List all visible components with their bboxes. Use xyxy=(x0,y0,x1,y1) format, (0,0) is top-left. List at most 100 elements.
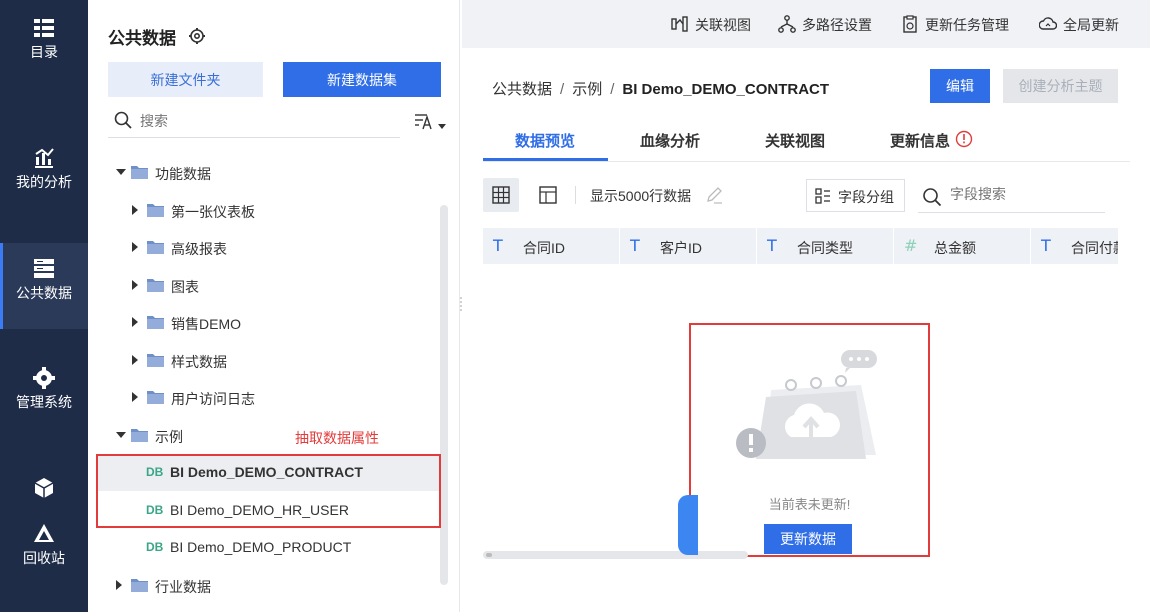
gear-icon xyxy=(33,367,55,389)
db-badge-icon: DB xyxy=(146,540,164,554)
grid-view-button[interactable] xyxy=(483,178,519,212)
layout-icon xyxy=(539,186,557,204)
caret-right-icon[interactable] xyxy=(132,392,138,402)
tree-folder-row[interactable]: 功能数据 xyxy=(96,154,440,191)
related-view-link[interactable]: 关联视图 xyxy=(671,14,761,34)
tree-row-label: 第一张仪表板 xyxy=(171,204,255,220)
global-update-label: 全局更新 xyxy=(1063,17,1119,33)
tree-row-label: 图表 xyxy=(171,279,199,295)
tree-scrollbar[interactable] xyxy=(440,205,448,585)
layout-view-button[interactable] xyxy=(530,178,566,212)
tree-row-label: 功能数据 xyxy=(155,166,211,182)
caret-down-icon[interactable] xyxy=(116,169,126,175)
update-task-label: 更新任务管理 xyxy=(925,17,1009,33)
update-data-button[interactable]: 更新数据 xyxy=(764,524,852,554)
new-dataset-button[interactable]: 新建数据集 xyxy=(283,62,441,97)
caret-right-icon[interactable] xyxy=(132,242,138,252)
warning-info-icon xyxy=(955,130,973,148)
column-header[interactable]: T 合同付款类型 xyxy=(1031,228,1118,264)
tree-folder-row[interactable]: 销售DEMO xyxy=(96,304,440,341)
tab-lineage[interactable]: 血缘分析 xyxy=(640,130,700,151)
column-header[interactable]: T 合同类型 xyxy=(757,228,894,264)
tab-update-info[interactable]: 更新信息 xyxy=(890,130,950,151)
column-label: 合同ID xyxy=(523,240,565,256)
nav-label: 目录 xyxy=(30,44,58,60)
multipath-icon xyxy=(778,15,796,33)
folder-icon xyxy=(131,429,148,442)
empty-calendar-illustration-icon xyxy=(736,350,877,459)
empty-state: 当前表未更新! 更新数据 xyxy=(689,323,930,557)
sort-icon[interactable] xyxy=(413,112,447,132)
tree-folder-row[interactable]: 用户访问日志 xyxy=(96,379,440,416)
number-type-icon: # xyxy=(904,236,918,255)
multipath-link[interactable]: 多路径设置 xyxy=(778,14,878,34)
update-task-link[interactable]: 更新任务管理 xyxy=(901,14,1021,34)
tree-search-input[interactable] xyxy=(140,110,380,132)
global-update-link[interactable]: 全局更新 xyxy=(1039,14,1129,34)
field-group-button[interactable]: 字段分组 xyxy=(806,179,905,212)
field-group-label: 字段分组 xyxy=(838,189,894,205)
folder-icon xyxy=(147,204,164,217)
catalog-icon xyxy=(34,19,54,37)
caret-right-icon[interactable] xyxy=(132,280,138,290)
tree-row-label: 行业数据 xyxy=(155,579,211,595)
tree-row-label: 样式数据 xyxy=(171,354,227,370)
tree-folder-row[interactable]: 图表 xyxy=(96,267,440,304)
tree-folder-row[interactable]: 高级报表 xyxy=(96,229,440,266)
nav-item-recycle[interactable]: 回收站 xyxy=(0,508,88,594)
row-limit-text: 显示5000行数据 xyxy=(590,188,692,204)
column-label: 客户ID xyxy=(660,240,702,256)
tab-data-preview[interactable]: 数据预览 xyxy=(515,130,575,151)
tree-folder-row[interactable]: 示例 xyxy=(96,417,440,454)
recycle-icon xyxy=(34,524,54,542)
column-header[interactable]: # 总金额 xyxy=(894,228,1031,264)
pencil-icon[interactable] xyxy=(705,186,723,204)
tree-search xyxy=(108,104,400,138)
column-header[interactable]: T 合同ID xyxy=(483,228,620,264)
caret-down-icon[interactable] xyxy=(116,432,126,438)
new-folder-button[interactable]: 新建文件夹 xyxy=(108,62,263,97)
grid-icon xyxy=(492,186,510,204)
panel-title: 公共数据 xyxy=(108,29,176,48)
floating-edge-widget[interactable] xyxy=(678,495,698,555)
nav-item-my-analysis[interactable]: 我的分析 xyxy=(0,132,88,218)
settings-gear-icon[interactable] xyxy=(188,27,206,45)
column-label: 合同付款类型 xyxy=(1071,240,1118,256)
annotation-box xyxy=(96,454,441,528)
caret-right-icon[interactable] xyxy=(132,355,138,365)
folder-icon xyxy=(147,354,164,367)
toolbar-divider xyxy=(575,186,576,204)
tree-table-row[interactable]: DB BI Demo_DEMO_PRODUCT xyxy=(96,529,440,566)
search-icon xyxy=(114,111,132,129)
create-subject-button[interactable]: 创建分析主题 xyxy=(1003,69,1118,103)
horizontal-scrollbar[interactable] xyxy=(483,551,748,559)
tab-related-view[interactable]: 关联视图 xyxy=(765,130,825,151)
nav-item-catalog[interactable]: 目录 xyxy=(0,2,88,88)
tree-folder-row[interactable]: 样式数据 xyxy=(96,342,440,379)
main-area: 关联视图 多路径设置 更新任务管理 全局更新 公共数据 / 示例 / BI De… xyxy=(462,0,1150,612)
field-search-input[interactable] xyxy=(950,186,1100,202)
folder-icon xyxy=(147,391,164,404)
breadcrumb-current: BI Demo_DEMO_CONTRACT xyxy=(622,81,830,98)
caret-right-icon[interactable] xyxy=(132,205,138,215)
column-header[interactable]: T 客户ID xyxy=(620,228,757,264)
caret-right-icon[interactable] xyxy=(132,317,138,327)
breadcrumb-folder[interactable]: 示例 xyxy=(572,81,602,98)
tree-row-label: 用户访问日志 xyxy=(171,391,255,407)
nav-item-public-data[interactable]: 公共数据 xyxy=(0,243,88,329)
breadcrumb-root[interactable]: 公共数据 xyxy=(492,81,552,98)
annotation-text: 抽取数据属性 xyxy=(295,430,379,446)
tree-folder-row[interactable]: 行业数据 xyxy=(96,567,440,604)
nav-label: 回收站 xyxy=(23,550,65,566)
caret-right-icon[interactable] xyxy=(116,580,122,590)
tree-folder-row[interactable]: 第一张仪表板 xyxy=(96,192,440,229)
text-type-icon: T xyxy=(630,236,640,255)
related-view-label: 关联视图 xyxy=(695,17,751,33)
nav-label: 我的分析 xyxy=(16,174,72,190)
empty-message: 当前表未更新! xyxy=(768,497,851,512)
column-label: 总金额 xyxy=(934,240,976,256)
nav-item-admin[interactable]: 管理系统 xyxy=(0,352,88,438)
edit-button[interactable]: 编辑 xyxy=(930,69,990,103)
nav-label: 管理系统 xyxy=(16,394,72,410)
folder-icon xyxy=(147,279,164,292)
